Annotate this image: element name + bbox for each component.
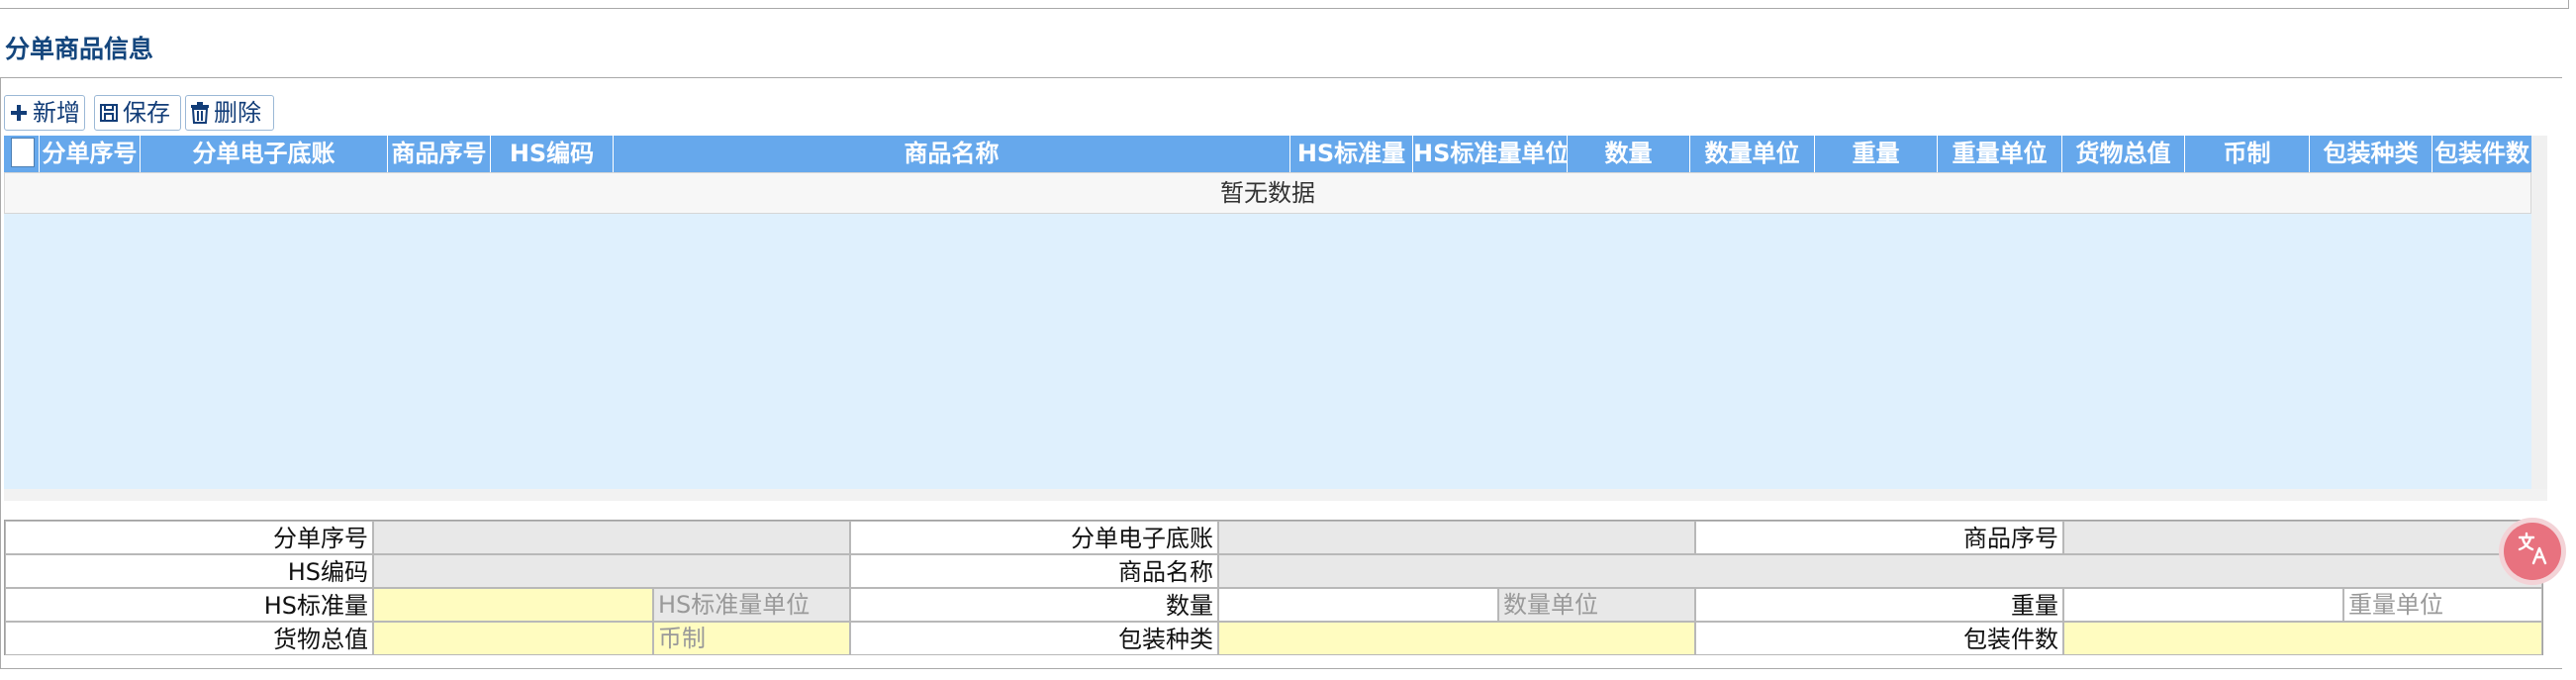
col-header-qty-unit[interactable]: 数量单位 bbox=[1690, 136, 1815, 172]
pack-count-label: 包装件数 bbox=[1695, 622, 2063, 655]
add-button[interactable]: 新增 bbox=[4, 95, 85, 131]
grid-body[interactable] bbox=[4, 214, 2531, 489]
hs-qty-field[interactable] bbox=[373, 588, 653, 622]
pack-count-field[interactable] bbox=[2063, 622, 2542, 655]
upper-panel-border bbox=[0, 0, 2569, 9]
grid-empty-message: 暂无数据 bbox=[4, 172, 2531, 214]
save-icon bbox=[99, 103, 119, 123]
col-header-pack-type[interactable]: 包装种类 bbox=[2310, 136, 2433, 172]
col-header-weight-unit[interactable]: 重量单位 bbox=[1938, 136, 2062, 172]
sub-no-field[interactable] bbox=[373, 521, 850, 554]
weight-field[interactable] bbox=[2063, 588, 2343, 622]
weight-label: 重量 bbox=[1695, 588, 2063, 622]
col-header-pack-count[interactable]: 包装件数 bbox=[2433, 136, 2531, 172]
goods-detail-form: 分单序号 分单电子底账 商品序号 HS编码 商品名称 HS标准量 HS标准量单位… bbox=[4, 520, 2543, 655]
col-header-weight[interactable]: 重量 bbox=[1815, 136, 1938, 172]
select-all-cell bbox=[4, 136, 40, 172]
translate-icon bbox=[2514, 530, 2551, 573]
goods-name-label: 商品名称 bbox=[850, 554, 1218, 588]
col-header-sub-no[interactable]: 分单序号 bbox=[40, 136, 141, 172]
qty-label: 数量 bbox=[850, 588, 1218, 622]
total-value-field[interactable] bbox=[373, 622, 653, 655]
pack-type-field[interactable] bbox=[1218, 622, 1695, 655]
form-row: HS标准量 HS标准量单位 数量 数量单位 重量 重量单位 bbox=[5, 588, 2542, 622]
currency-field[interactable]: 币制 bbox=[653, 622, 850, 655]
col-header-hs-code[interactable]: HS编码 bbox=[491, 136, 614, 172]
col-header-goods-name[interactable]: 商品名称 bbox=[614, 136, 1290, 172]
grid-vertical-scrollbar[interactable] bbox=[2531, 136, 2547, 489]
col-header-total-value[interactable]: 货物总值 bbox=[2062, 136, 2185, 172]
col-header-hs-unit[interactable]: HS标准量单位 bbox=[1413, 136, 1568, 172]
pack-type-label: 包装种类 bbox=[850, 622, 1218, 655]
hs-code-field[interactable] bbox=[373, 554, 850, 588]
qty-unit-field[interactable]: 数量单位 bbox=[1498, 588, 1695, 622]
goods-name-field[interactable] bbox=[1218, 554, 2542, 588]
col-header-goods-no[interactable]: 商品序号 bbox=[388, 136, 491, 172]
hs-code-label: HS编码 bbox=[5, 554, 373, 588]
save-button[interactable]: 保存 bbox=[94, 95, 181, 131]
plus-icon bbox=[9, 103, 29, 123]
grid-horizontal-scrollbar[interactable] bbox=[4, 489, 2547, 501]
goods-no-field[interactable] bbox=[2063, 521, 2542, 554]
col-header-currency[interactable]: 币制 bbox=[2185, 136, 2310, 172]
delete-button-label: 删除 bbox=[214, 99, 261, 127]
sub-no-label: 分单序号 bbox=[5, 521, 373, 554]
save-button-label: 保存 bbox=[123, 99, 170, 127]
trash-icon bbox=[190, 102, 210, 124]
select-all-checkbox[interactable] bbox=[11, 138, 35, 167]
hs-unit-field[interactable]: HS标准量单位 bbox=[653, 588, 850, 622]
form-row: 分单序号 分单电子底账 商品序号 bbox=[5, 521, 2542, 554]
qty-field[interactable] bbox=[1218, 588, 1498, 622]
form-row: HS编码 商品名称 bbox=[5, 554, 2542, 588]
col-header-qty[interactable]: 数量 bbox=[1568, 136, 1690, 172]
delete-button[interactable]: 删除 bbox=[185, 95, 274, 131]
grid-header: 分单序号 分单电子底账 商品序号 HS编码 商品名称 HS标准量 HS标准量单位… bbox=[4, 136, 2531, 172]
add-button-label: 新增 bbox=[33, 99, 80, 127]
form-row: 货物总值 币制 包装种类 包装件数 bbox=[5, 622, 2542, 655]
weight-unit-field[interactable]: 重量单位 bbox=[2343, 588, 2542, 622]
sub-ledger-field[interactable] bbox=[1218, 521, 1695, 554]
sub-ledger-label: 分单电子底账 bbox=[850, 521, 1218, 554]
col-header-sub-ledger[interactable]: 分单电子底账 bbox=[141, 136, 388, 172]
col-header-hs-qty[interactable]: HS标准量 bbox=[1290, 136, 1413, 172]
section-title: 分单商品信息 bbox=[5, 35, 154, 63]
total-value-label: 货物总值 bbox=[5, 622, 373, 655]
hs-qty-label: HS标准量 bbox=[5, 588, 373, 622]
translate-button[interactable] bbox=[2504, 523, 2561, 580]
goods-no-label: 商品序号 bbox=[1695, 521, 2063, 554]
